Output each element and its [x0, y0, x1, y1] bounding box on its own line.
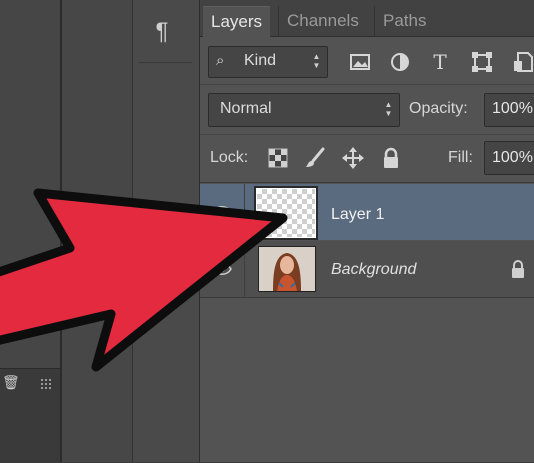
tab-layers[interactable]: Layers	[203, 6, 271, 37]
lock-transparent-pixels-icon[interactable]	[266, 146, 290, 170]
brush-icon[interactable]	[303, 146, 327, 170]
layer-thumbnail	[256, 188, 316, 238]
tab-paths[interactable]: Paths	[374, 6, 434, 36]
tool-separator	[138, 62, 192, 63]
tool-column	[62, 0, 132, 462]
eye-icon	[212, 206, 232, 218]
blend-mode-value: Normal	[220, 100, 272, 117]
separator	[200, 84, 534, 85]
layer-name[interactable]: Layer 1	[331, 206, 384, 224]
move-icon[interactable]	[341, 146, 365, 170]
separator	[200, 182, 534, 183]
background-thumbnail	[258, 246, 316, 292]
opacity-label: Opacity:	[409, 100, 468, 117]
adjustment-filter-icon[interactable]	[387, 49, 413, 75]
updown-chevron-icon: ▲ ▼	[312, 52, 321, 70]
type-filter-icon[interactable]: T	[427, 49, 453, 75]
lock-icon[interactable]	[379, 146, 403, 170]
layer-lock-icon	[512, 260, 524, 278]
search-icon: ⌕	[216, 52, 225, 69]
visibility-toggle[interactable]	[200, 241, 245, 297]
resize-grip-icon[interactable]	[40, 378, 54, 390]
fill-value: 100%	[492, 149, 533, 166]
eye-icon	[212, 263, 232, 275]
image-filter-icon[interactable]	[347, 49, 373, 75]
layer-name[interactable]: Background	[331, 261, 416, 279]
visibility-toggle[interactable]	[200, 184, 245, 240]
separator	[200, 134, 534, 135]
panel-icon-column	[132, 0, 200, 462]
smart-object-filter-icon[interactable]	[510, 49, 534, 75]
kind-filter-label: Kind	[244, 52, 277, 69]
paragraph-icon[interactable]: ¶	[150, 18, 174, 46]
tab-channels[interactable]: Channels	[278, 6, 367, 36]
lock-label: Lock:	[210, 149, 249, 166]
shape-filter-icon[interactable]	[469, 49, 495, 75]
trash-icon[interactable]: 🗑	[2, 374, 20, 392]
opacity-value: 100%	[492, 100, 533, 117]
fill-label: Fill:	[448, 149, 473, 166]
updown-chevron-icon: ▲ ▼	[384, 100, 393, 118]
